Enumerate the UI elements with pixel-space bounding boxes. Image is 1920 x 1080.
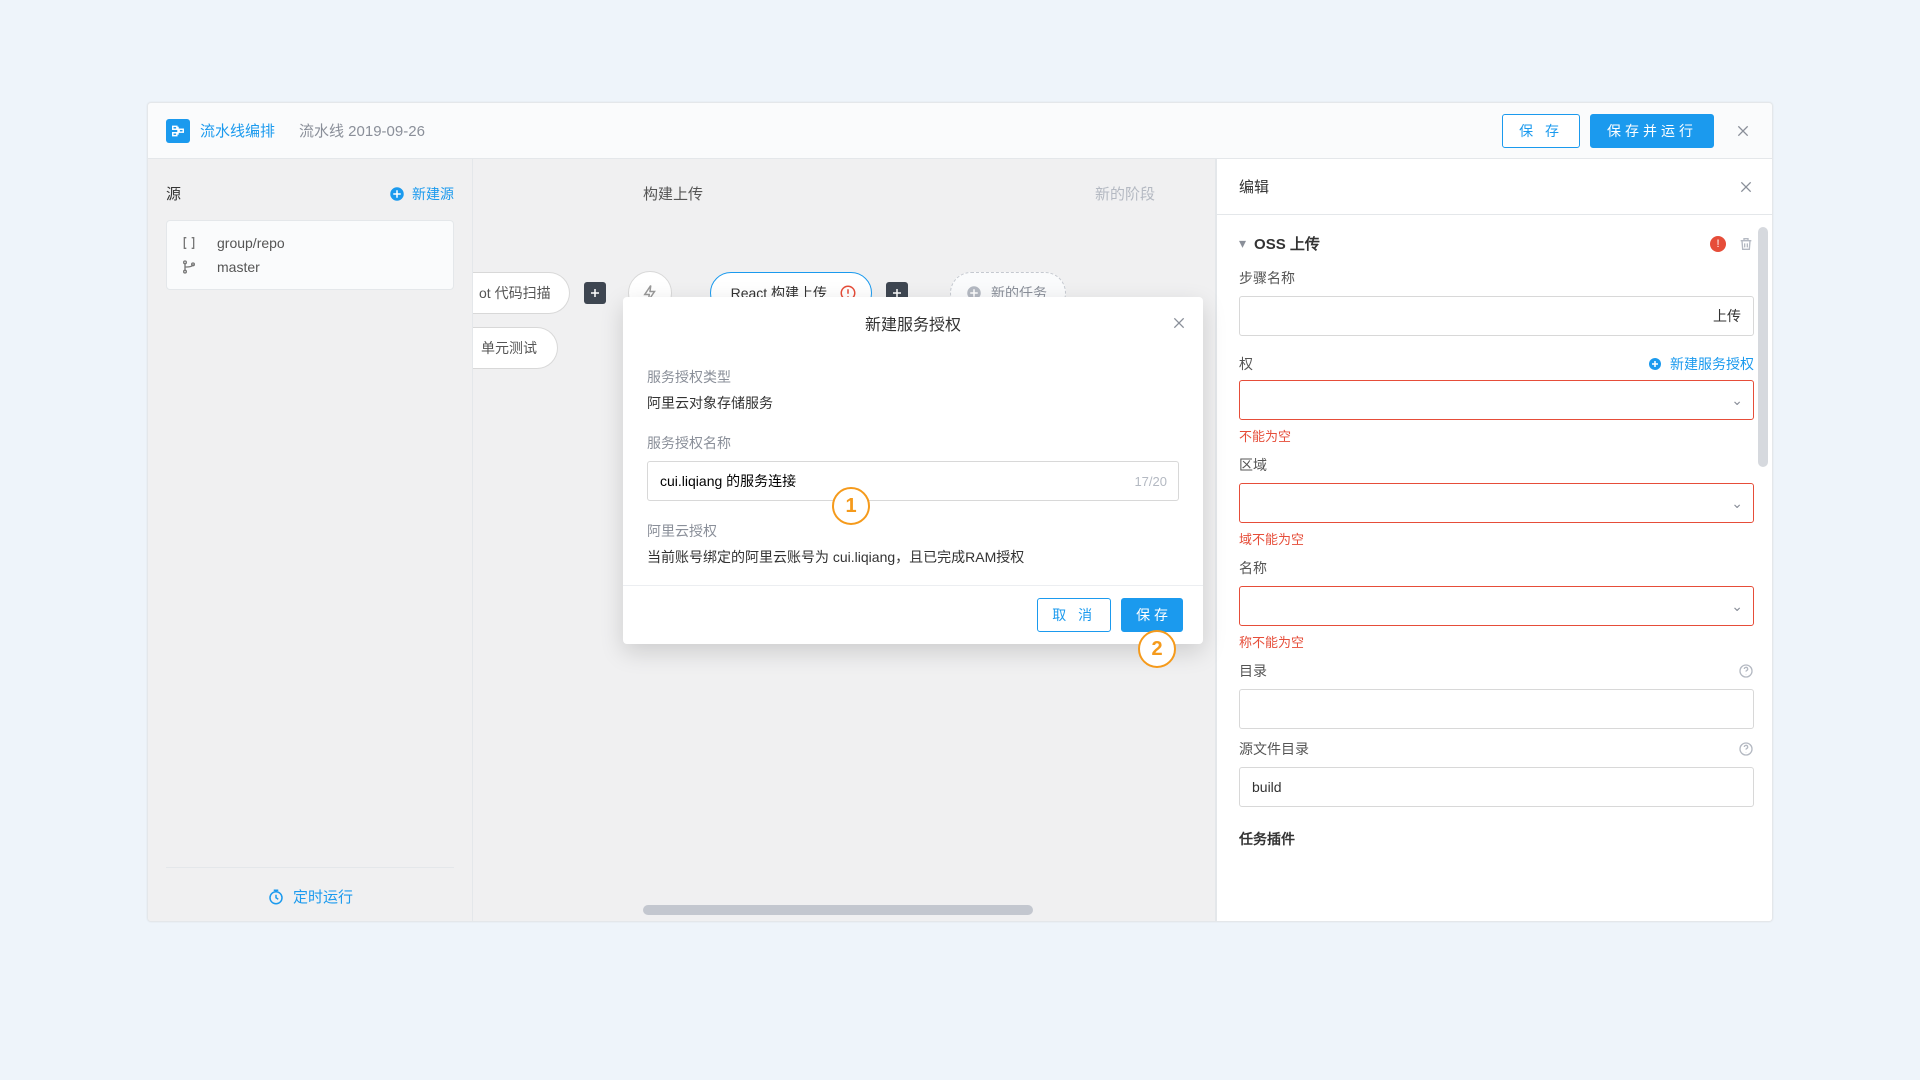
- auth-name-label: 服务授权名称: [647, 433, 1179, 453]
- error-badge-icon: !: [1710, 236, 1726, 252]
- dir-input[interactable]: [1239, 689, 1754, 729]
- trash-icon[interactable]: [1738, 236, 1754, 252]
- topbar: 流水线编排 流水线 2019-09-26 保 存 保存并运行: [148, 103, 1772, 159]
- region-label: 区域: [1239, 455, 1754, 475]
- src-dir-label-text: 源文件目录: [1239, 739, 1309, 759]
- oss-upload-section-title: OSS 上传: [1254, 233, 1710, 254]
- unit-test-chip[interactable]: 单元测试: [473, 327, 558, 369]
- sources-title: 源: [166, 183, 388, 204]
- plus-circle-icon: [1646, 355, 1664, 373]
- step-name-input[interactable]: 上传: [1239, 296, 1754, 336]
- aliyun-auth-desc: 当前账号绑定的阿里云账号为 cui.liqiang，且已完成RAM授权: [647, 547, 1179, 567]
- auth-name-counter: 17/20: [1134, 461, 1167, 501]
- edit-panel-title: 编辑: [1239, 176, 1738, 197]
- region-error: 域不能为空: [1239, 529, 1754, 548]
- help-icon[interactable]: [1738, 663, 1754, 679]
- new-service-auth-modal: 新建服务授权 服务授权类型 阿里云对象存储服务 服务授权名称 17/20 阿里云…: [623, 297, 1203, 644]
- repo-icon: [181, 235, 207, 251]
- horizontal-scrollbar[interactable]: [643, 905, 1033, 915]
- chevron-down-icon: ⌄: [1731, 495, 1743, 512]
- pipeline-icon: [166, 119, 190, 143]
- chevron-down-icon: ⌄: [1731, 598, 1743, 615]
- annotation-1: 1: [832, 487, 870, 525]
- schedule-run-button[interactable]: 定时运行: [267, 886, 353, 907]
- region-select[interactable]: ⌄: [1239, 483, 1754, 523]
- add-between-button-1[interactable]: [584, 282, 606, 304]
- branch-name: master: [217, 259, 260, 275]
- pipeline-name: 流水线 2019-09-26: [299, 120, 425, 141]
- auth-label: 权: [1239, 354, 1646, 374]
- close-icon[interactable]: [1732, 120, 1754, 142]
- new-stage-label: 新的阶段: [1095, 183, 1155, 204]
- chevron-down-icon: ⌄: [1731, 392, 1743, 409]
- edit-panel: 编辑 ▾ OSS 上传 ! 步骤名称 上传: [1216, 159, 1772, 921]
- modal-save-button[interactable]: 保 存: [1121, 598, 1183, 632]
- chevron-down-icon[interactable]: ▾: [1239, 235, 1246, 252]
- step-name-label: 步骤名称: [1239, 268, 1754, 288]
- auth-error: 不能为空: [1239, 426, 1754, 445]
- new-service-auth-link[interactable]: 新建服务授权: [1646, 354, 1754, 374]
- auth-name-input[interactable]: [647, 461, 1179, 501]
- source-card[interactable]: group/repo master: [166, 220, 454, 290]
- save-button[interactable]: 保 存: [1502, 114, 1580, 148]
- bucket-label: 名称: [1239, 558, 1754, 578]
- src-dir-label: 源文件目录: [1239, 739, 1754, 759]
- save-and-run-button[interactable]: 保存并运行: [1590, 114, 1714, 148]
- bucket-error: 称不能为空: [1239, 632, 1754, 651]
- repo-name: group/repo: [217, 235, 285, 251]
- dir-label-text: 目录: [1239, 661, 1267, 681]
- sources-column: 源 新建源 group/repo: [148, 159, 473, 921]
- modal-close-icon[interactable]: [1171, 315, 1187, 331]
- modal-title: 新建服务授权: [865, 311, 961, 335]
- clock-icon: [267, 888, 285, 906]
- new-source-label: 新建源: [412, 184, 454, 204]
- unit-test-label: 单元测试: [481, 338, 537, 358]
- vertical-scrollbar[interactable]: [1758, 227, 1768, 467]
- annotation-2: 2: [1138, 630, 1176, 668]
- code-scan-label: ot 代码扫描: [479, 283, 551, 303]
- code-scan-chip[interactable]: ot 代码扫描: [473, 272, 570, 314]
- aliyun-auth-label: 阿里云授权: [647, 521, 1179, 541]
- stage-build-upload-label: 构建上传: [643, 183, 703, 204]
- modal-cancel-button[interactable]: 取 消: [1037, 598, 1111, 632]
- bucket-select[interactable]: ⌄: [1239, 586, 1754, 626]
- src-dir-input[interactable]: [1239, 767, 1754, 807]
- dir-label: 目录: [1239, 661, 1754, 681]
- new-service-auth-label: 新建服务授权: [1670, 354, 1754, 374]
- plus-circle-icon: [388, 185, 406, 203]
- help-icon[interactable]: [1738, 741, 1754, 757]
- auth-type-value: 阿里云对象存储服务: [647, 393, 1179, 413]
- schedule-run-label: 定时运行: [293, 886, 353, 907]
- auth-type-label: 服务授权类型: [647, 367, 1179, 387]
- close-edit-icon[interactable]: [1738, 179, 1754, 195]
- step-name-value: 上传: [1713, 306, 1741, 326]
- branch-icon: [181, 259, 207, 275]
- plugins-label: 任务插件: [1239, 829, 1754, 849]
- new-source-button[interactable]: 新建源: [388, 184, 454, 204]
- auth-select[interactable]: ⌄: [1239, 380, 1754, 420]
- topbar-title: 流水线编排: [200, 120, 275, 141]
